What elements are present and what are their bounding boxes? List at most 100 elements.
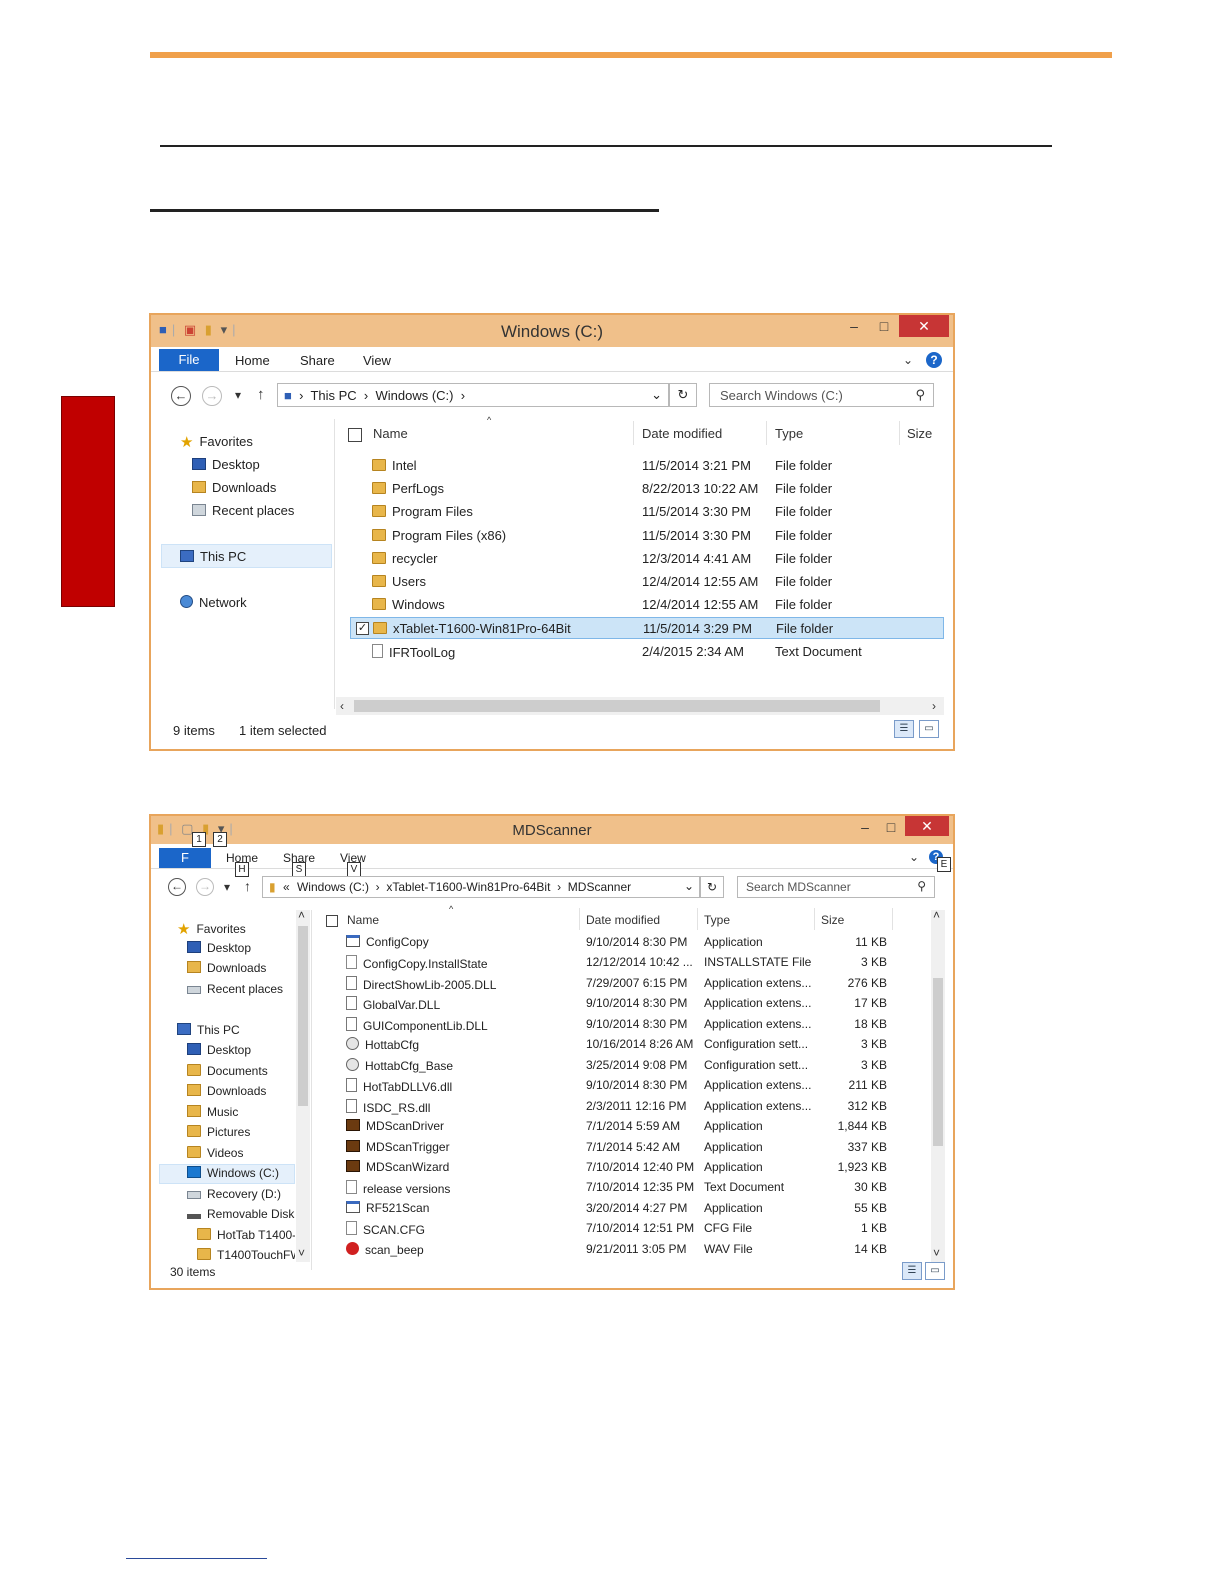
forward-button[interactable]: → — [196, 878, 214, 896]
search-icon[interactable]: ⚲ — [917, 879, 926, 893]
nav-downloads[interactable]: Downloads — [192, 480, 276, 495]
breadcrumb-overflow[interactable]: « — [283, 880, 290, 894]
table-row[interactable]: MDScanTrigger 7/1/2014 5:42 AM Application… — [331, 1138, 927, 1157]
address-dropdown-chevron-icon[interactable]: ⌄ — [684, 879, 694, 893]
table-row[interactable]: ✓ xTablet-T1600-Win81Pro-64Bit 11/5/2014 3… — [350, 617, 944, 640]
scroll-down-icon[interactable]: ˅ — [933, 1246, 940, 1260]
navigation-pane-scrollbar-thumb[interactable] — [298, 926, 308, 1106]
column-header-size[interactable]: Size — [907, 426, 932, 441]
forward-button[interactable]: → — [202, 386, 222, 406]
close-button[interactable]: ✕ — [905, 816, 949, 836]
column-header-name[interactable]: Name — [347, 913, 379, 927]
breadcrumb-windows-c[interactable]: Windows (C:) — [375, 388, 453, 403]
minimize-button[interactable]: – — [853, 816, 877, 838]
table-row[interactable]: HotTabDLLV6.dll 9/10/2014 8:30 PM Applicat… — [331, 1076, 927, 1095]
table-row[interactable]: release versions 7/10/2014 12:35 PM Text D… — [331, 1178, 927, 1197]
nav-item[interactable]: Music — [187, 1104, 238, 1119]
details-view-button[interactable]: ☰ — [894, 720, 914, 738]
maximize-button[interactable]: □ — [871, 315, 897, 337]
nav-desktop[interactable]: Desktop — [192, 457, 260, 472]
search-icon[interactable]: ⚲ — [915, 387, 925, 403]
table-row[interactable]: scan_beep 9/21/2011 3:05 PM WAV File 14 KB — [331, 1240, 927, 1259]
select-all-checkbox[interactable] — [348, 428, 362, 442]
column-header-type[interactable]: Type — [704, 913, 730, 927]
recent-locations-chevron-icon[interactable]: ▾ — [224, 880, 230, 894]
breadcrumb-mdscanner[interactable]: MDScanner — [568, 880, 631, 894]
breadcrumb-xtablet-folder[interactable]: xTablet-T1600-Win81Pro-64Bit — [386, 880, 550, 894]
breadcrumb-this-pc[interactable]: This PC — [310, 388, 356, 403]
column-header-type[interactable]: Type — [775, 426, 803, 441]
table-row[interactable]: MDScanWizard 7/10/2014 12:40 PM Applicatio… — [331, 1158, 927, 1177]
nav-item[interactable]: Desktop — [187, 940, 251, 955]
expand-ribbon-chevron-icon[interactable]: ⌄ — [903, 353, 913, 367]
table-row[interactable]: Windows 12/4/2014 12:55 AM File folder — [350, 594, 944, 616]
table-row[interactable]: Program Files (x86) 11/5/2014 3:30 PM File… — [350, 525, 944, 547]
table-row[interactable]: HottabCfg_Base 3/25/2014 9:08 PM Configura… — [331, 1056, 927, 1075]
nav-item[interactable]: Documents — [187, 1063, 268, 1078]
back-button[interactable]: ← — [171, 386, 191, 406]
table-row[interactable]: Intel 11/5/2014 3:21 PM File folder — [350, 455, 944, 477]
maximize-button[interactable]: □ — [879, 816, 903, 838]
table-row[interactable]: HottabCfg 10/16/2014 8:26 AM Configuration… — [331, 1035, 927, 1054]
tab-share[interactable]: Share — [300, 353, 335, 368]
refresh-button[interactable]: ↻ — [700, 876, 724, 898]
table-row[interactable]: GUIComponentLib.DLL 9/10/2014 8:30 PM Appl… — [331, 1015, 927, 1034]
file-list-scrollbar[interactable]: ˄ ˅ — [931, 908, 945, 1262]
column-header-size[interactable]: Size — [821, 913, 844, 927]
details-view-button[interactable]: ☰ — [902, 1262, 922, 1280]
nav-item[interactable]: Windows (C:) — [187, 1166, 279, 1180]
large-icons-view-button[interactable]: ▭ — [925, 1262, 945, 1280]
up-button[interactable]: ↑ — [257, 386, 265, 403]
horizontal-scrollbar-thumb[interactable] — [354, 700, 880, 712]
nav-item[interactable]: Pictures — [187, 1125, 250, 1139]
breadcrumb-windows-c[interactable]: Windows (C:) — [297, 880, 369, 894]
select-all-checkbox[interactable] — [326, 915, 338, 927]
row-checkbox[interactable]: ✓ — [356, 622, 369, 636]
column-header-name[interactable]: Name — [373, 426, 408, 441]
nav-item[interactable]: ★ Favorites — [177, 920, 246, 938]
nav-recent-places[interactable]: Recent places — [192, 503, 294, 518]
nav-item[interactable]: T1400TouchFW — [197, 1248, 295, 1262]
expand-ribbon-chevron-icon[interactable]: ⌄ — [909, 850, 919, 864]
nav-item[interactable]: Downloads — [187, 961, 266, 975]
nav-this-pc[interactable]: This PC — [180, 549, 246, 564]
search-input[interactable]: Search MDScanner ⚲ — [737, 876, 935, 898]
nav-item[interactable]: HotTab T1400- — [197, 1227, 295, 1242]
address-bar[interactable]: ■ › This PC › Windows (C:) › ⌄ — [277, 383, 669, 407]
address-bar[interactable]: ▮ « Windows (C:) › xTablet-T1600-Win81Pr… — [262, 876, 700, 898]
nav-item[interactable]: Downloads — [187, 1084, 266, 1098]
column-header-date-modified[interactable]: Date modified — [642, 426, 722, 441]
nav-item[interactable]: Removable Disk ( — [187, 1207, 295, 1221]
tab-view[interactable]: View — [363, 353, 391, 368]
nav-item[interactable]: Videos — [187, 1145, 243, 1160]
tab-file[interactable]: F — [159, 848, 211, 868]
nav-item[interactable]: Recent places — [187, 982, 283, 996]
nav-item[interactable]: Recovery (D:) — [187, 1187, 281, 1201]
scroll-up-icon[interactable]: ˄ — [298, 908, 305, 922]
table-row[interactable]: Program Files 11/5/2014 3:30 PM File folde… — [350, 501, 944, 523]
tab-file[interactable]: File — [159, 349, 219, 371]
up-button[interactable]: ↑ — [244, 878, 251, 894]
table-row[interactable]: MDScanDriver 7/1/2014 5:59 AM Application 1… — [331, 1117, 927, 1136]
help-icon[interactable]: ? — [926, 352, 942, 368]
table-row[interactable]: recycler 12/3/2014 4:41 AM File folder — [350, 548, 944, 570]
column-header-date-modified[interactable]: Date modified — [586, 913, 660, 927]
table-row[interactable]: ConfigCopy 9/10/2014 8:30 PM Application 11… — [331, 933, 927, 952]
recent-locations-chevron-icon[interactable]: ▾ — [235, 388, 241, 402]
nav-item[interactable]: This PC — [177, 1022, 240, 1037]
table-row[interactable]: RF521Scan 3/20/2014 4:27 PM Application 55 … — [331, 1199, 927, 1218]
scroll-left-icon[interactable]: ‹ — [340, 699, 344, 713]
table-row[interactable]: ConfigCopy.InstallState 12/12/2014 10:42 … — [331, 953, 927, 972]
table-row[interactable]: ISDC_RS.dll 2/3/2011 12:16 PM Application … — [331, 1097, 927, 1116]
table-row[interactable]: SCAN.CFG 7/10/2014 12:51 PM CFG File 1 KB — [331, 1219, 927, 1238]
scroll-right-icon[interactable]: › — [932, 699, 936, 713]
scroll-down-icon[interactable]: ˅ — [298, 1246, 305, 1260]
nav-item[interactable]: Desktop — [187, 1043, 251, 1057]
table-row[interactable]: GlobalVar.DLL 9/10/2014 8:30 PM Applicatio… — [331, 994, 927, 1013]
back-button[interactable]: ← — [168, 878, 186, 896]
refresh-button[interactable]: ↻ — [669, 383, 697, 407]
table-row[interactable]: Users 12/4/2014 12:55 AM File folder — [350, 571, 944, 593]
search-input[interactable]: Search Windows (C:) ⚲ — [709, 383, 934, 407]
scroll-up-icon[interactable]: ˄ — [933, 908, 940, 922]
nav-network[interactable]: Network — [180, 595, 247, 610]
